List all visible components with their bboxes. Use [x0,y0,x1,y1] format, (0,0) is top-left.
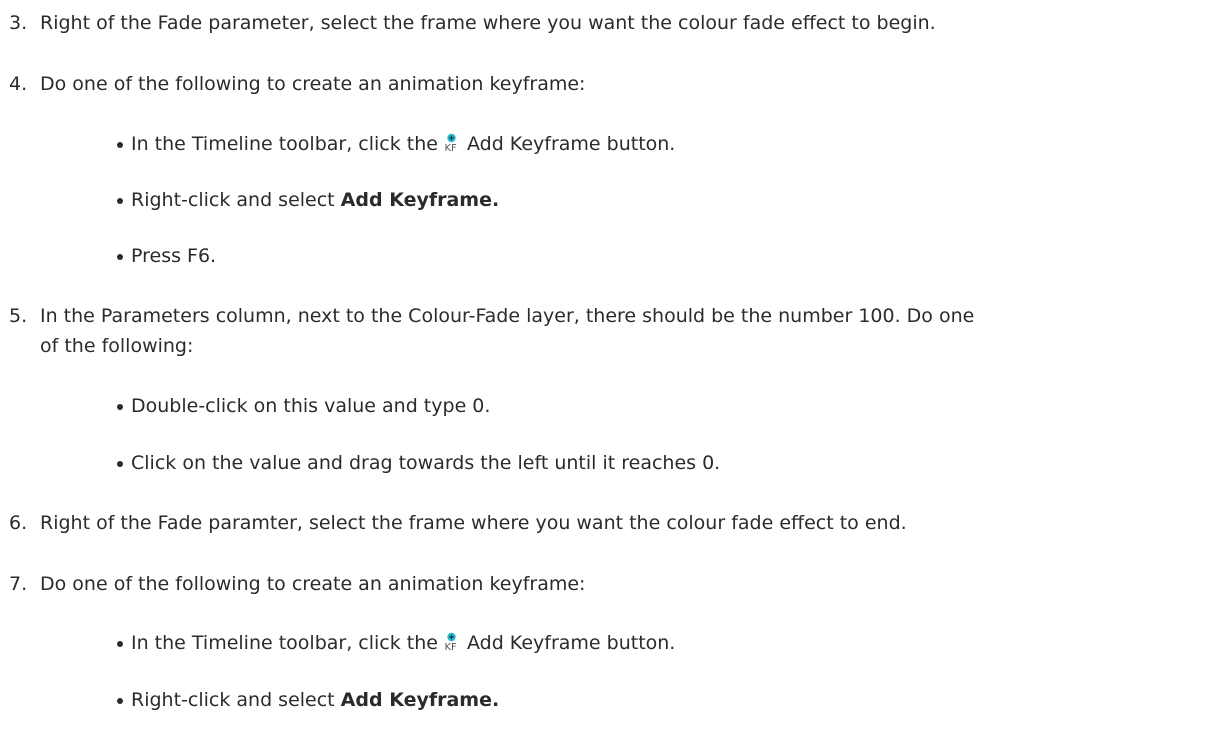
step-text: Right of the Fade paramter, select the f… [40,512,907,534]
step-number: 6. [9,512,28,534]
step-number: 4. [9,73,28,95]
step-5-continuation: of the following: [9,333,1205,359]
add-keyframe-icon: KF [444,131,459,157]
bullet-item: Press F6. [117,243,1205,269]
step-text: Right of the Fade parameter, select the … [40,12,936,34]
step-4: 4. Do one of the following to create an … [9,71,1205,97]
bullet-text-before: Press F6. [131,245,217,267]
bullet-text-after: Add Keyframe button. [466,632,676,654]
step-text: Do one of the following to create an ani… [40,73,586,95]
bullet-text-before: Double-click on this value and type 0. [131,395,491,417]
bullet-text-before: Right-click and select [131,189,335,211]
step-text: In the Parameters column, next to the Co… [40,305,975,327]
bullet-dot [117,404,123,410]
step-5: 5. In the Parameters column, next to the… [9,303,1205,329]
bullet-dot [117,198,123,204]
bullet-text-before: Click on the value and drag towards the … [131,452,721,474]
svg-text:KF: KF [444,143,457,154]
step-6: 6. Right of the Fade paramter, select th… [9,510,1205,536]
bullet-dot [117,641,123,647]
svg-text:KF: KF [444,642,457,653]
bullet-bold-text: Add Keyframe. [340,689,500,711]
step-text: of the following: [40,335,194,357]
add-keyframe-icon: KF [444,630,459,656]
bullet-dot [117,698,123,704]
bullet-dot [117,254,123,260]
bullet-item: In the Timeline toolbar, click the KF Ad… [117,630,1205,656]
bullet-text-before: In the Timeline toolbar, click the [131,632,438,654]
help-document: 3. Right of the Fade parameter, select t… [0,0,1217,755]
bullet-text-before: In the Timeline toolbar, click the [131,133,438,155]
step-text: Do one of the following to create an ani… [40,573,586,595]
bullet-item: In the Timeline toolbar, click the KF Ad… [117,131,1205,157]
bullet-item: Right-click and select Add Keyframe. [117,187,1205,213]
step-number: 5. [9,305,28,327]
bullet-dot [117,461,123,467]
bullet-dot [117,142,123,148]
bullet-text-before: Right-click and select [131,689,335,711]
step-3: 3. Right of the Fade parameter, select t… [9,10,1205,36]
step-number: 7. [9,573,28,595]
bullet-text-after: Add Keyframe button. [466,133,676,155]
bullet-bold-text: Add Keyframe. [340,189,500,211]
bullet-item: Click on the value and drag towards the … [117,450,1205,476]
step-7: 7. Do one of the following to create an … [9,571,1205,597]
bullet-item: Double-click on this value and type 0. [117,393,1205,419]
bullet-item: Right-click and select Add Keyframe. [117,687,1205,713]
step-number: 3. [9,12,28,34]
